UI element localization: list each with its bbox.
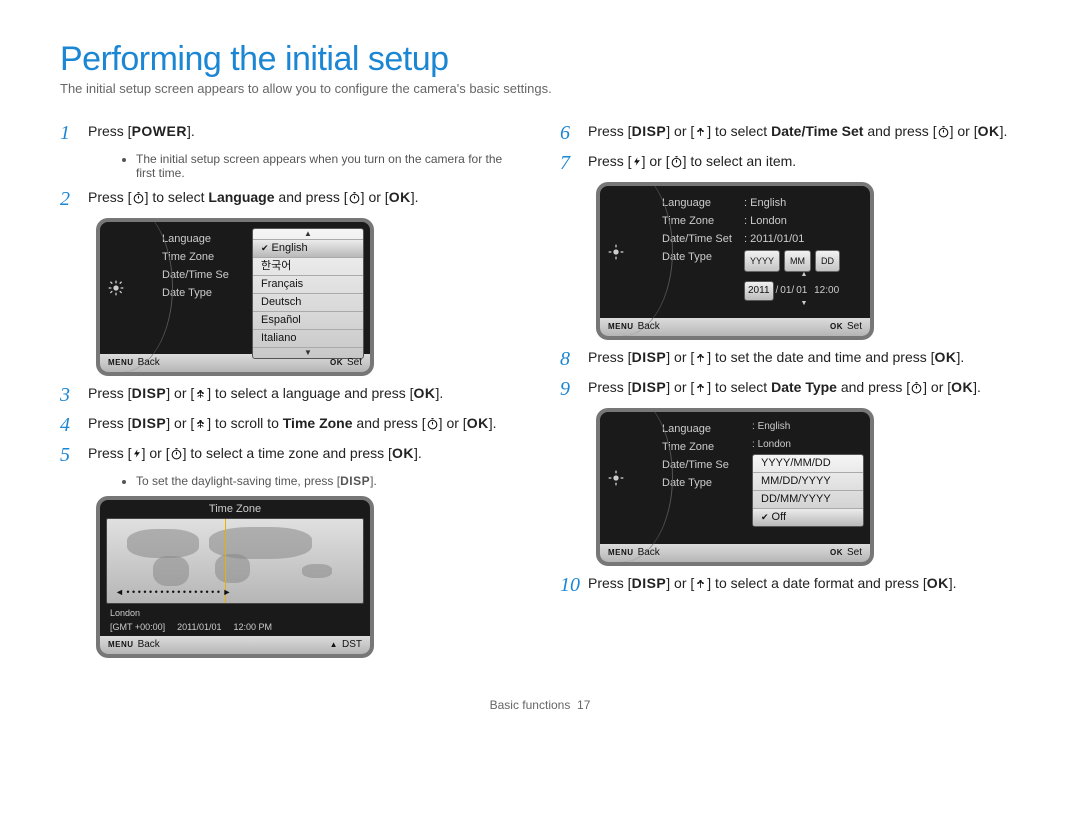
macro-icon	[694, 125, 707, 138]
step-number: 8	[560, 348, 578, 370]
step-number: 7	[560, 152, 578, 174]
check-icon: ✔	[761, 512, 769, 522]
menu-item: Time Zone	[162, 248, 244, 266]
up-arrow-icon: ▲	[744, 272, 864, 278]
datetype-dropdown: YYYY/MM/DD MM/DD/YYYY DD/MM/YYYY ✔Off	[752, 454, 864, 527]
dropdown-option: Français	[253, 276, 363, 294]
dst-label: DST	[342, 639, 362, 650]
timer-icon	[670, 155, 683, 168]
timer-icon	[426, 417, 439, 430]
menu-item: Date/Time Set	[662, 230, 744, 248]
flash-icon	[132, 447, 142, 460]
ok-tag: OK	[330, 358, 343, 367]
dropdown-option: Italiano	[253, 330, 363, 348]
tz-city: London	[110, 608, 140, 618]
lcd-datetype: Language Time Zone Date/Time Se Date Typ…	[596, 408, 874, 566]
tz-title: Time Zone	[100, 500, 370, 518]
scroll-up-icon: ▲	[253, 229, 363, 240]
menu-item: Time Zone	[662, 212, 744, 230]
dropdown-option: ✔English	[253, 240, 363, 258]
menu-item: Language	[162, 230, 244, 248]
set-label: Set	[847, 321, 862, 332]
tz-date: 2011/01/01	[177, 622, 221, 632]
timer-icon	[910, 381, 923, 394]
step-number: 3	[60, 384, 78, 406]
language-dropdown: ▲ ✔English 한국어 Français Deutsch Español …	[252, 228, 364, 359]
ok-tag: OK	[830, 548, 843, 557]
page-title: Performing the initial setup	[60, 40, 1020, 79]
menu-item: Date/Time Se	[662, 456, 744, 474]
dropdown-option: YYYY/MM/DD	[753, 455, 863, 473]
date-header: DD	[815, 250, 840, 272]
menu-item: Date Type	[662, 248, 744, 266]
step-number: 2	[60, 188, 78, 210]
dropdown-option: Deutsch	[253, 294, 363, 312]
set-label: Set	[347, 357, 362, 368]
dropdown-option: DD/MM/YYYY	[753, 491, 863, 509]
up-icon: ▲	[330, 640, 338, 649]
world-map: ◄ • • • • • • • • • • • • • • • • • ►	[106, 518, 364, 604]
scroll-down-icon: ▼	[253, 348, 363, 358]
ok-tag: OK	[830, 322, 843, 331]
timer-icon	[170, 447, 183, 460]
set-label: Set	[847, 547, 862, 558]
flash-icon	[632, 155, 642, 168]
left-column: 1 Press [POWER]. The initial setup scree…	[60, 114, 520, 666]
timer-icon	[348, 191, 361, 204]
step-number: 4	[60, 414, 78, 436]
menu-item: Time Zone	[662, 438, 744, 456]
right-column: 6 Press [DISP] or [] to select Date/Time…	[560, 114, 1020, 666]
menu-tag: MENU	[108, 640, 134, 649]
page-subtitle: The initial setup screen appears to allo…	[60, 81, 1020, 96]
timer-icon	[937, 125, 950, 138]
page-footer: Basic functions 17	[60, 698, 1020, 712]
down-arrow-icon: ▼	[744, 301, 864, 307]
macro-icon	[694, 577, 707, 590]
menu-item: Language	[662, 420, 744, 438]
lcd-timezone: Time Zone ◄ • • • • • • • • • • • • • • …	[96, 496, 374, 658]
dropdown-option: 한국어	[253, 258, 363, 276]
menu-item: Date/Time Se	[162, 266, 244, 284]
tz-gmt: [GMT +00:00]	[110, 622, 165, 632]
timer-icon	[132, 191, 145, 204]
step-note: To set the daylight-saving time, press […	[136, 474, 520, 488]
macro-icon	[194, 387, 207, 400]
date-year: 2011	[744, 281, 774, 301]
check-icon: ✔	[261, 243, 269, 253]
dropdown-option: ✔Off	[753, 509, 863, 526]
date-header: MM	[784, 250, 811, 272]
menu-item: Language	[662, 194, 744, 212]
back-label: Back	[138, 639, 160, 650]
step-number: 9	[560, 378, 578, 400]
date-header: YYYY	[744, 250, 780, 272]
step-note: The initial setup screen appears when yo…	[136, 152, 520, 180]
step-body: Press [POWER].	[88, 122, 520, 141]
menu-item: Date Type	[662, 474, 744, 492]
lcd-language: Language Time Zone Date/Time Se Date Typ…	[96, 218, 374, 376]
dropdown-option: Español	[253, 312, 363, 330]
menu-item: Date Type	[162, 284, 244, 302]
macro-icon	[694, 381, 707, 394]
step-number: 5	[60, 444, 78, 466]
macro-icon	[194, 417, 207, 430]
dropdown-option: MM/DD/YYYY	[753, 473, 863, 491]
step-number: 6	[560, 122, 578, 144]
tz-time: 12:00 PM	[234, 622, 273, 632]
lcd-datetime: Language: English Time Zone: London Date…	[596, 182, 874, 340]
macro-icon	[694, 351, 707, 364]
step-number: 10	[560, 574, 578, 596]
step-number: 1	[60, 122, 78, 144]
